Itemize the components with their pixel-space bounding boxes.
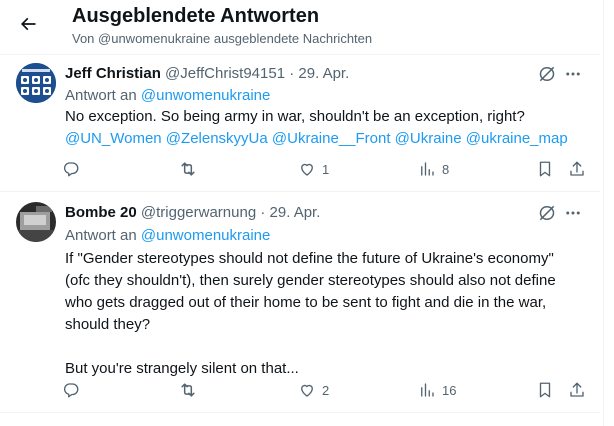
- page-title: Ausgeblendete Antworten: [72, 5, 320, 27]
- author-handle[interactable]: @triggerwarnung: [141, 204, 256, 221]
- hidden-reply-icon: [539, 66, 555, 82]
- more-button[interactable]: [562, 63, 584, 85]
- tweet-item[interactable]: Bombe 20 @triggerwarnung · 29. Apr. Antw…: [0, 192, 600, 412]
- tweet-text-line: But you're strangely silent on that...: [65, 360, 299, 377]
- hidden-reply-button[interactable]: [536, 202, 558, 224]
- views-icon: [421, 383, 434, 397]
- share-button[interactable]: [568, 157, 586, 181]
- tweet-item[interactable]: Jeff Christian @JeffChrist94151 · 29. Ap…: [0, 55, 600, 191]
- reply-prefix: Antwort an: [65, 87, 137, 104]
- reply-context: Antwort an @unwomenukraine: [65, 87, 270, 104]
- share-button[interactable]: [568, 378, 586, 402]
- back-button[interactable]: [14, 10, 42, 38]
- view-count: 16: [442, 382, 457, 398]
- like-button[interactable]: 2: [298, 378, 329, 402]
- tweet-date[interactable]: 29. Apr.: [270, 204, 321, 221]
- column-border: [603, 0, 604, 426]
- tweet-date[interactable]: 29. Apr.: [298, 65, 349, 82]
- avatar[interactable]: [16, 63, 56, 103]
- bookmark-icon: [539, 161, 551, 177]
- tweet-text: If "Gender stereotypes should not define…: [65, 248, 585, 380]
- reply-prefix: Antwort an: [65, 227, 137, 244]
- reply-button[interactable]: [62, 157, 80, 181]
- reply-handle-link[interactable]: @unwomenukraine: [141, 87, 270, 104]
- retweet-button[interactable]: [178, 378, 198, 402]
- retweet-icon: [181, 383, 195, 397]
- reply-context: Antwort an @unwomenukraine: [65, 227, 270, 244]
- like-button[interactable]: 1: [298, 157, 329, 181]
- tweet-text-line: If "Gender stereotypes should not define…: [65, 250, 554, 267]
- arrow-left-icon: [20, 17, 36, 31]
- like-icon: [301, 163, 313, 176]
- reply-handle-link[interactable]: @unwomenukraine: [141, 227, 270, 244]
- like-count: 1: [322, 161, 330, 177]
- like-count: 2: [322, 382, 330, 398]
- more-icon: [566, 211, 580, 215]
- tweet-text-line: No exception. So being army in war, shou…: [65, 108, 525, 125]
- view-count: 8: [442, 161, 450, 177]
- page-header: Ausgeblendete Antworten Von @unwomenukra…: [0, 0, 614, 54]
- retweet-icon: [181, 162, 195, 176]
- tweet-header: Bombe 20 @triggerwarnung · 29. Apr.: [65, 204, 320, 221]
- share-icon: [570, 382, 584, 397]
- avatar-image: [16, 202, 56, 242]
- author-name[interactable]: Bombe 20: [65, 204, 137, 221]
- hidden-reply-icon: [539, 205, 555, 221]
- bookmark-button[interactable]: [536, 157, 554, 181]
- separator-dot: ·: [260, 204, 266, 221]
- reply-button[interactable]: [62, 378, 80, 402]
- tweet-actions: 2 16: [58, 378, 598, 402]
- author-handle[interactable]: @JeffChrist94151: [165, 65, 285, 82]
- tweet-text-line: [65, 336, 585, 358]
- page-subtitle: Von @unwomenukraine ausgeblendete Nachri…: [72, 31, 373, 46]
- retweet-button[interactable]: [178, 157, 198, 181]
- hidden-reply-button[interactable]: [536, 63, 558, 85]
- author-name[interactable]: Jeff Christian: [65, 65, 161, 82]
- tweet-text: No exception. So being army in war, shou…: [65, 106, 585, 150]
- tweet-text-line: should they?: [65, 316, 151, 333]
- mention-links[interactable]: @UN_Women @ZelenskyyUa @Ukraine__Front @…: [65, 128, 585, 150]
- bookmark-button[interactable]: [536, 378, 554, 402]
- avatar[interactable]: [16, 202, 56, 242]
- separator-dot: ·: [289, 65, 295, 82]
- more-icon: [566, 72, 580, 76]
- reply-icon: [63, 162, 79, 177]
- tweet-header: Jeff Christian @JeffChrist94151 · 29. Ap…: [65, 65, 349, 82]
- views-button[interactable]: 16: [418, 378, 456, 402]
- reply-icon: [63, 383, 79, 398]
- divider: [0, 412, 600, 413]
- views-icon: [421, 162, 434, 176]
- tweet-actions: 1 8: [58, 157, 598, 181]
- more-button[interactable]: [562, 202, 584, 224]
- avatar-image: [16, 63, 56, 103]
- share-icon: [570, 161, 584, 176]
- like-icon: [301, 384, 313, 397]
- bookmark-icon: [539, 382, 551, 398]
- views-button[interactable]: 8: [418, 157, 449, 181]
- tweet-text-line: who gets dragged out of their home to be…: [65, 294, 547, 311]
- tweet-text-line: (ofc they shouldn't), then surely gender…: [65, 272, 556, 289]
